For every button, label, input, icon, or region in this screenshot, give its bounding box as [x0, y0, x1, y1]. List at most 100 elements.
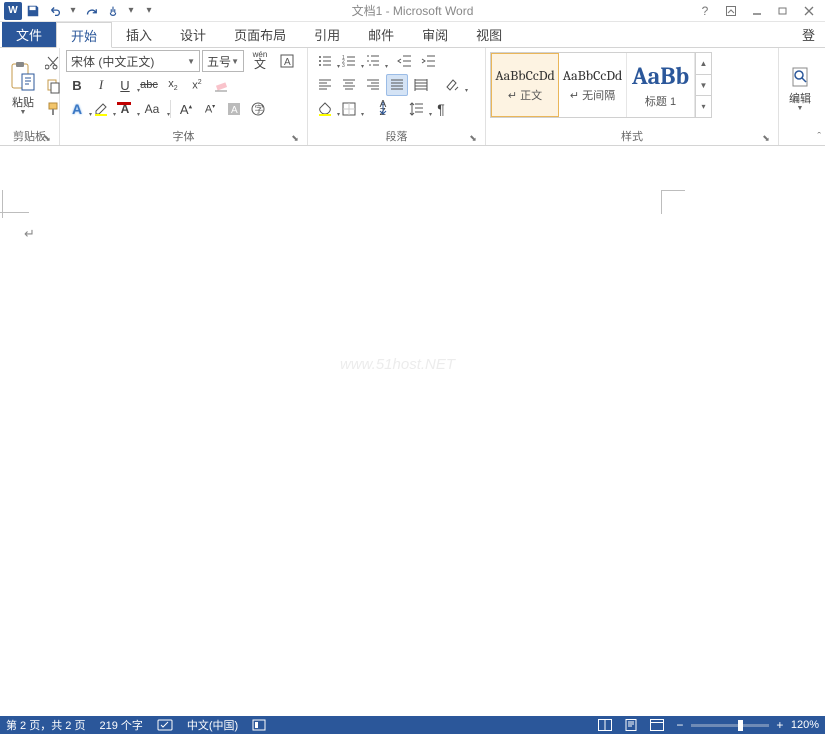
align-distribute-button[interactable] — [410, 74, 432, 96]
status-proofing[interactable] — [157, 719, 173, 731]
text-effects-button[interactable]: A▾ — [66, 98, 88, 120]
status-page[interactable]: 第 2 页，共 2 页 — [6, 717, 85, 733]
show-marks-button[interactable]: ¶ — [430, 98, 452, 120]
phonetic-guide-button[interactable]: wén文 — [246, 50, 274, 72]
bold-button[interactable]: B — [66, 74, 88, 96]
tab-review[interactable]: 审阅 — [408, 22, 462, 47]
styles-expand[interactable]: ▾ — [696, 96, 711, 117]
group-styles: AaBbCcDd ↵ 正文 AaBbCcDd ↵ 无间隔 AaBb 标题 1 ▲… — [486, 48, 779, 145]
underline-button[interactable]: U▾ — [114, 74, 136, 96]
tab-references[interactable]: 引用 — [300, 22, 354, 47]
minimize-button[interactable] — [745, 2, 769, 20]
group-font: 宋体 (中文正文)▼ 五号▼ wén文 A B I U▾ abc x2 x2 A… — [60, 48, 308, 145]
touch-mode-button[interactable] — [102, 1, 124, 21]
tab-mailings[interactable]: 邮件 — [354, 22, 408, 47]
paragraph-launcher[interactable]: ⬊ — [467, 132, 479, 144]
status-insert-mode[interactable] — [252, 719, 266, 731]
undo-dropdown[interactable]: ▾ — [66, 5, 80, 16]
paragraph-mark-icon: ↵ — [24, 226, 35, 242]
font-color-button[interactable]: A▾ — [114, 98, 136, 120]
collapse-ribbon-button[interactable]: ˆ — [817, 131, 821, 143]
subscript-button[interactable]: x2 — [162, 74, 184, 96]
qat-customize-dropdown[interactable]: ▾ — [142, 5, 156, 16]
italic-button[interactable]: I — [90, 74, 112, 96]
styles-launcher[interactable]: ⬊ — [760, 132, 772, 144]
highlight-button[interactable]: ▾ — [90, 98, 112, 120]
web-layout-button[interactable] — [647, 717, 667, 733]
editing-label: 编辑 — [789, 90, 811, 106]
cut-button[interactable] — [42, 52, 64, 74]
style-heading1[interactable]: AaBb 标题 1 — [627, 53, 695, 117]
group-paragraph: ▾ 123▾ ▾ ▾ ▾ ▾ AZ — [308, 48, 486, 145]
status-word-count[interactable]: 219 个字 — [99, 717, 142, 733]
paste-button[interactable]: 粘贴 ▼ — [4, 50, 42, 127]
styles-scroll-up[interactable]: ▲ — [696, 53, 711, 75]
zoom-percent[interactable]: 120% — [791, 719, 819, 731]
page-margin-corner-left — [2, 190, 30, 218]
tab-layout[interactable]: 页面布局 — [220, 22, 300, 47]
char-border-button[interactable]: A — [276, 50, 298, 72]
font-name-dropdown[interactable]: ▼ — [187, 57, 195, 66]
touch-mode-dropdown[interactable]: ▾ — [124, 5, 138, 16]
line-spacing-button[interactable]: ▾ — [406, 98, 428, 120]
multilevel-list-button[interactable]: ▾ — [362, 50, 384, 72]
find-button[interactable]: 编辑 ▼ — [783, 50, 817, 127]
restore-button[interactable] — [771, 2, 795, 20]
bullets-button[interactable]: ▾ — [314, 50, 336, 72]
status-language[interactable]: 中文(中国) — [187, 717, 238, 733]
close-button[interactable] — [797, 2, 821, 20]
align-right-button[interactable] — [362, 74, 384, 96]
tab-home[interactable]: 开始 — [56, 22, 112, 48]
copy-button[interactable] — [42, 75, 64, 97]
tab-insert[interactable]: 插入 — [112, 22, 166, 47]
grow-font-button[interactable]: A▴ — [175, 98, 197, 120]
style-normal[interactable]: AaBbCcDd ↵ 正文 — [491, 53, 559, 117]
sign-in-button[interactable]: 登 — [792, 22, 825, 47]
zoom-out-button[interactable]: − — [673, 718, 687, 732]
format-painter-button[interactable] — [42, 98, 64, 120]
asian-layout-button[interactable]: ▾ — [442, 74, 464, 96]
save-button[interactable] — [22, 1, 44, 21]
group-clipboard: 粘贴 ▼ 剪贴板⬊ — [0, 48, 60, 145]
enclose-char-button[interactable]: 字 — [247, 98, 269, 120]
font-size-dropdown[interactable]: ▼ — [231, 57, 239, 66]
zoom-slider[interactable] — [691, 724, 769, 727]
font-name-input[interactable]: 宋体 (中文正文)▼ — [66, 50, 200, 72]
increase-indent-button[interactable] — [418, 50, 440, 72]
shrink-font-button[interactable]: A▾ — [199, 98, 221, 120]
strikethrough-button[interactable]: abc — [138, 74, 160, 96]
tab-view[interactable]: 视图 — [462, 22, 516, 47]
document-area[interactable]: ↵ www.51host.NET — [0, 146, 825, 716]
undo-button[interactable] — [44, 1, 66, 21]
sort-button[interactable]: AZ — [370, 98, 396, 120]
font-size-input[interactable]: 五号▼ — [202, 50, 244, 72]
ribbon-tabs: 文件 开始 插入 设计 页面布局 引用 邮件 审阅 视图 登 — [0, 22, 825, 48]
superscript-button[interactable]: x2 — [186, 74, 208, 96]
shading-button[interactable]: ▾ — [314, 98, 336, 120]
ribbon-options-button[interactable] — [719, 2, 743, 20]
styles-scroll-down[interactable]: ▼ — [696, 75, 711, 97]
zoom-slider-thumb[interactable] — [738, 720, 743, 731]
zoom-in-button[interactable]: + — [773, 718, 787, 732]
watermark-text: www.51host.NET — [340, 356, 455, 373]
clipboard-launcher[interactable]: ⬊ — [41, 132, 53, 144]
align-justify-button[interactable] — [386, 74, 408, 96]
styles-label: 样式 — [621, 128, 643, 144]
change-case-button[interactable]: Aa▾ — [138, 98, 166, 120]
font-launcher[interactable]: ⬊ — [289, 132, 301, 144]
clear-formatting-button[interactable] — [210, 74, 232, 96]
borders-button[interactable]: ▾ — [338, 98, 360, 120]
char-shading-button[interactable]: A — [223, 98, 245, 120]
read-mode-button[interactable] — [595, 717, 615, 733]
tab-file[interactable]: 文件 — [2, 22, 56, 47]
redo-button[interactable] — [80, 1, 102, 21]
help-button[interactable]: ? — [693, 2, 717, 20]
decrease-indent-button[interactable] — [394, 50, 416, 72]
print-layout-button[interactable] — [621, 717, 641, 733]
tab-design[interactable]: 设计 — [166, 22, 220, 47]
word-icon: W — [4, 2, 22, 20]
align-left-button[interactable] — [314, 74, 336, 96]
align-center-button[interactable] — [338, 74, 360, 96]
numbering-button[interactable]: 123▾ — [338, 50, 360, 72]
style-no-spacing[interactable]: AaBbCcDd ↵ 无间隔 — [559, 53, 627, 117]
